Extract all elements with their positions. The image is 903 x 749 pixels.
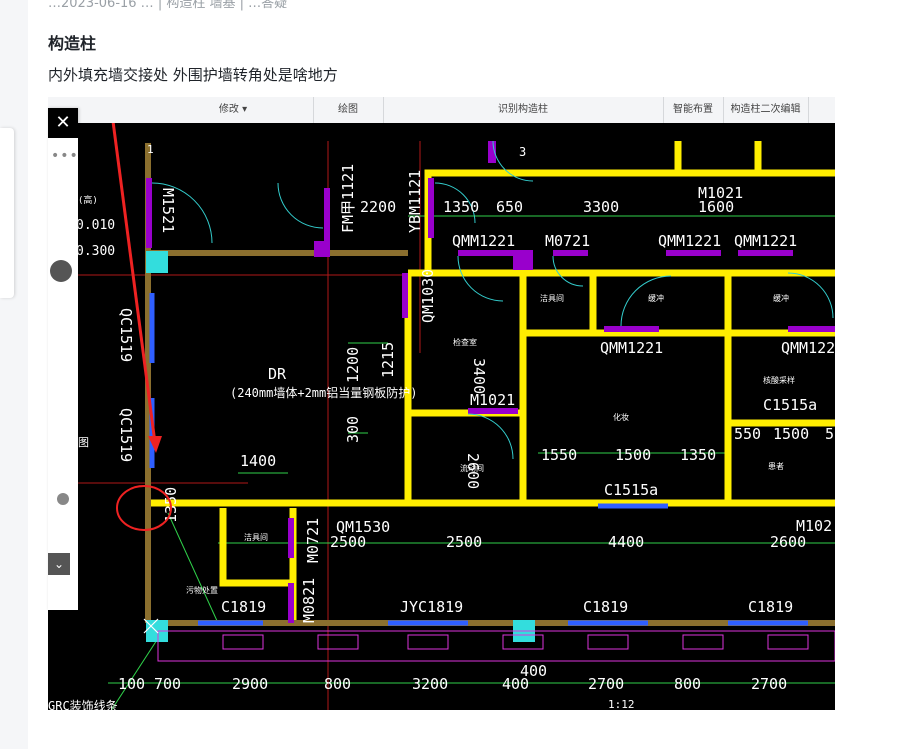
label-m0721b: M0721 [304, 518, 322, 563]
label-2600: 2600 [770, 533, 806, 551]
label-1350: 1350 [443, 198, 479, 216]
label-c1515b: C1515a [604, 481, 658, 499]
label-b800b: 800 [674, 675, 701, 693]
label-num3: 3 [519, 145, 526, 159]
tab-modify[interactable]: 修改 ▾ [153, 97, 314, 123]
label-1500b: 1500 [773, 425, 809, 443]
label-b2900: 2900 [232, 675, 268, 693]
label-dr-note: (240mm墙体+2mm铝当量钢板防护) [230, 385, 417, 400]
label-m1521: M1521 [159, 188, 177, 233]
post-title: 构造柱 [48, 34, 97, 53]
label-2500a: 2500 [330, 533, 366, 551]
room-huanchong: 缓冲 [648, 293, 664, 303]
label-650: 650 [496, 198, 523, 216]
room-wuwu: 污物处置 [186, 585, 218, 595]
tab-draw[interactable]: 绘图 [313, 97, 384, 123]
label-4400: 4400 [608, 533, 644, 551]
post-body: 内外填充墙交接处 外围护墙转角处是啥地方 [48, 66, 338, 84]
label-num1: 1 [147, 143, 154, 156]
label-b700: 700 [154, 675, 181, 693]
label-qmm122e: QMM122 [781, 339, 835, 357]
tab-identify-column[interactable]: 识别构造柱 [383, 97, 664, 123]
close-icon[interactable]: ✕ [48, 108, 78, 138]
label-qmm1221b: QMM1221 [658, 232, 721, 250]
label-jyc1819: JYC1819 [400, 598, 463, 616]
label-c1819c: C1819 [748, 598, 793, 616]
more-icon[interactable]: ••• [51, 148, 79, 164]
label-300: 300 [344, 416, 362, 443]
room-liuliang: 流动间 [460, 463, 484, 473]
floating-toolbar: ✕ ••• ⌄ [48, 108, 78, 610]
avatar[interactable] [50, 260, 72, 282]
cad-drawing: M1521 QC1519 QC1519 0.010 0.300 FM甲1121 … [48, 123, 835, 710]
cad-ribbon: 修改 ▾ 绘图 识别构造柱 智能布置 构造柱二次编辑 [48, 97, 835, 124]
label-b400b: 400 [520, 662, 547, 680]
label-scale: 1:12 [608, 698, 635, 710]
label-1200: 1200 [344, 347, 362, 383]
label-1400: 1400 [240, 452, 276, 470]
label-ybm: YBM1121 [406, 170, 424, 233]
label-1215: 1215 [379, 342, 397, 378]
label-qm1030: QM1030 [419, 269, 437, 323]
post-meta: …2023-06-16 … | 构造柱 墙基 | …答疑 [48, 0, 288, 11]
label-c1819a: C1819 [221, 598, 266, 616]
label-b2700: 2700 [588, 675, 624, 693]
label-2500b: 2500 [446, 533, 482, 551]
label-c1819b: C1819 [583, 598, 628, 616]
label-grc: GRC装饰线条 [48, 699, 118, 710]
label-2200: 2200 [360, 198, 396, 216]
label-m1021b: M1021 [470, 391, 515, 409]
room-jianbian: 检查室 [453, 337, 477, 347]
cad-screenshot: 修改 ▾ 绘图 识别构造柱 智能布置 构造柱二次编辑 M1521 QC1519 … [48, 97, 835, 710]
label-1600: 1600 [698, 198, 734, 216]
label-1350b: 1350 [680, 446, 716, 464]
label-5: 5 [825, 425, 834, 443]
room-cangchu: 洁具间 [244, 532, 268, 542]
label-elev2: 0.300 [76, 244, 115, 259]
label-b800: 800 [324, 675, 351, 693]
room-jiechu: 洁具间 [540, 293, 564, 303]
label-qc1519a: QC1519 [117, 308, 135, 362]
label-qc1519b: QC1519 [117, 408, 135, 462]
label-b3200: 3200 [412, 675, 448, 693]
tab-smart-layout[interactable]: 智能布置 [663, 97, 724, 123]
label-m102: M102 [796, 517, 832, 535]
label-c1515a: C1515a [763, 396, 817, 414]
room-jiance: 核酸采样 [763, 375, 795, 385]
label-qmm1221a: QMM1221 [452, 232, 515, 250]
label-1550: 1550 [541, 446, 577, 464]
label-3400: 3400 [470, 358, 488, 394]
room-huanchong2: 缓冲 [773, 293, 789, 303]
label-fm: FM甲1121 [339, 164, 357, 233]
label-m0821: M0821 [300, 578, 318, 623]
chevron-down-icon[interactable]: ⌄ [48, 553, 70, 575]
label-b2700b: 2700 [751, 675, 787, 693]
label-550: 550 [734, 425, 761, 443]
label-qmm1221c: QMM1221 [734, 232, 797, 250]
tab-secondary-edit[interactable]: 构造柱二次编辑 [723, 97, 809, 123]
room-tu: 图 [78, 436, 89, 449]
label-1500: 1500 [615, 446, 651, 464]
label-qmm1221d: QMM1221 [600, 339, 663, 357]
side-panel [0, 128, 14, 298]
clock-icon[interactable] [57, 493, 69, 505]
label-dr: DR [268, 365, 287, 383]
room-huanzhe: 患者 [768, 461, 784, 471]
label-elev1: 0.010 [76, 218, 115, 233]
room-gao: (高) [78, 194, 98, 206]
label-m0721a: M0721 [545, 232, 590, 250]
label-3300: 3300 [583, 198, 619, 216]
label-b100: 100 [118, 675, 145, 693]
room-huazhuang: 化妆 [613, 412, 629, 422]
